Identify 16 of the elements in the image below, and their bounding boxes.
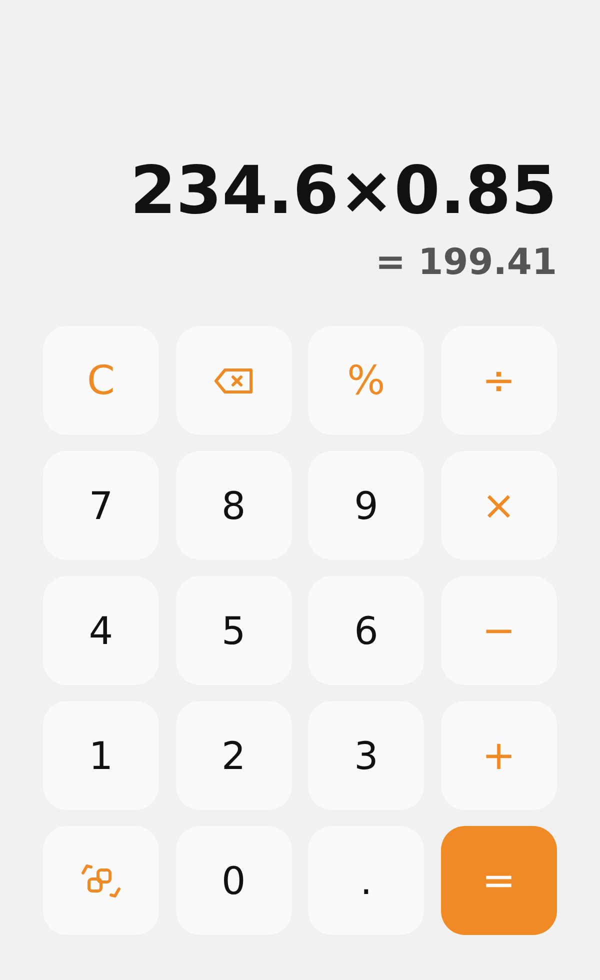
digit-key[interactable]: 9 [308,451,424,560]
convert-key[interactable] [43,826,159,935]
digit-key[interactable]: . [308,826,424,935]
digit-key[interactable]: 0 [176,826,292,935]
digit-key[interactable]: 8 [176,451,292,560]
digit-key[interactable]: 3 [308,701,424,810]
digit-key[interactable]: 4 [43,576,159,685]
digit-key[interactable]: 6 [308,576,424,685]
digit-key[interactable]: 7 [43,451,159,560]
digit-key[interactable]: 2 [176,701,292,810]
result-display: = 199.41 [375,241,557,285]
digit-key[interactable]: 5 [176,576,292,685]
digit-key[interactable]: 1 [43,701,159,810]
backspace-icon [214,366,254,394]
expression-display: 234.6×0.85 [130,151,557,231]
backspace-key[interactable] [176,326,292,435]
